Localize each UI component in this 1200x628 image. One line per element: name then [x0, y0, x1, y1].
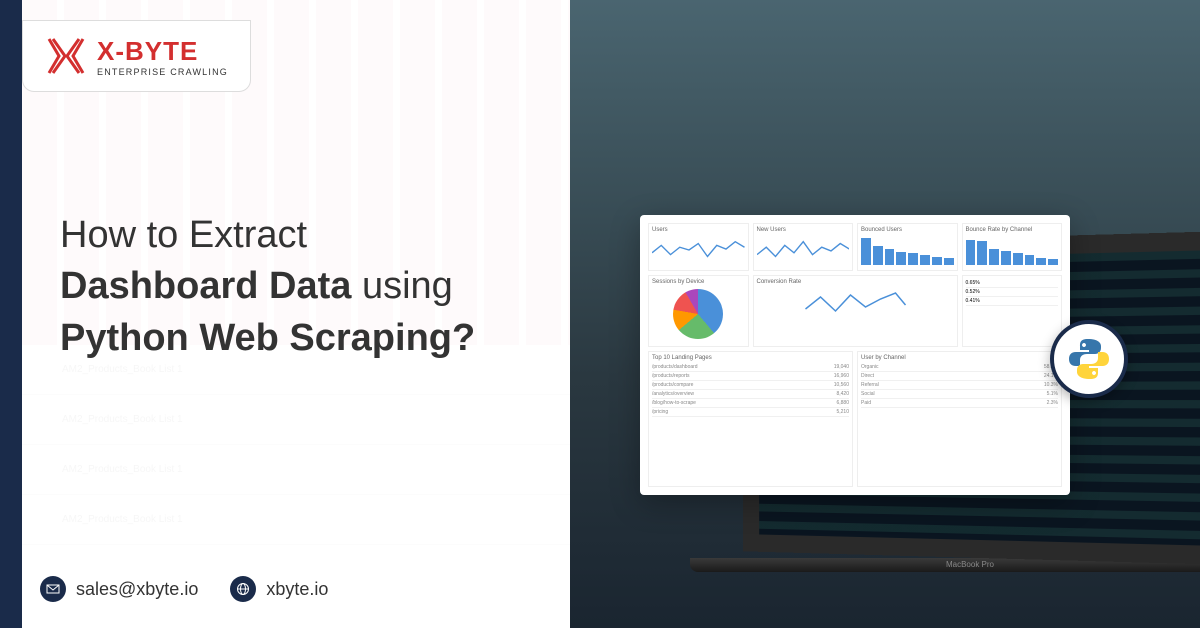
- contact-website: xbyte.io: [230, 576, 328, 602]
- globe-icon: [230, 576, 256, 602]
- bg-row: AM2_Products_Book List 1: [22, 445, 570, 495]
- headline-part-2-bold: Dashboard Data: [60, 265, 351, 307]
- python-logo-icon: [1065, 335, 1113, 383]
- brand-name: X-BYTE: [97, 36, 228, 67]
- dash-kpi-panel: 0.65% 0.52% 0.41%: [962, 275, 1063, 347]
- dash-metrics-panel: Conversion Rate: [753, 275, 958, 347]
- analytics-dashboard-graphic: Users New Users Bounced Users Bounce Rat…: [640, 215, 1070, 495]
- bg-row: AM2_Products_Book List 1: [22, 395, 570, 445]
- headline-text: How to Extract Dashboard Data using Pyth…: [60, 210, 550, 364]
- dash-chart-new-users: New Users: [753, 223, 854, 271]
- dash-pie-panel: Sessions by Device: [648, 275, 749, 347]
- dash-table-landing: Top 10 Landing Pages /products/dashboard…: [648, 351, 853, 487]
- dash-table-channel: User by Channel Organic58.2% Direct24.1%…: [857, 351, 1062, 487]
- bar-chart-icon: [966, 235, 1059, 265]
- brand-logo-box: X-BYTE ENTERPRISE CRAWLING: [22, 20, 251, 92]
- brand-tagline: ENTERPRISE CRAWLING: [97, 67, 228, 77]
- accent-bar: [0, 0, 22, 628]
- contact-bar: sales@xbyte.io xbyte.io: [40, 576, 328, 602]
- headline-part-3-bold: Python Web Scraping?: [60, 317, 475, 359]
- pie-chart-icon: [673, 289, 723, 339]
- email-icon: [40, 576, 66, 602]
- website-text: xbyte.io: [266, 579, 328, 600]
- dash-chart-users: Users: [648, 223, 749, 271]
- contact-email: sales@xbyte.io: [40, 576, 198, 602]
- email-text: sales@xbyte.io: [76, 579, 198, 600]
- xbyte-logo-icon: [45, 35, 87, 77]
- logo-text-group: X-BYTE ENTERPRISE CRAWLING: [97, 36, 228, 77]
- bg-row: AM2_Products_Book List 1: [22, 495, 570, 545]
- headline-part-2-plain: using: [351, 265, 452, 307]
- dash-chart-bounced: Bounced Users: [857, 223, 958, 271]
- headline: How to Extract Dashboard Data using Pyth…: [60, 210, 550, 364]
- dash-chart-bounce-rate: Bounce Rate by Channel: [962, 223, 1063, 271]
- bar-chart-icon: [861, 235, 954, 265]
- python-logo-badge: [1050, 320, 1128, 398]
- headline-part-1: How to Extract: [60, 214, 307, 256]
